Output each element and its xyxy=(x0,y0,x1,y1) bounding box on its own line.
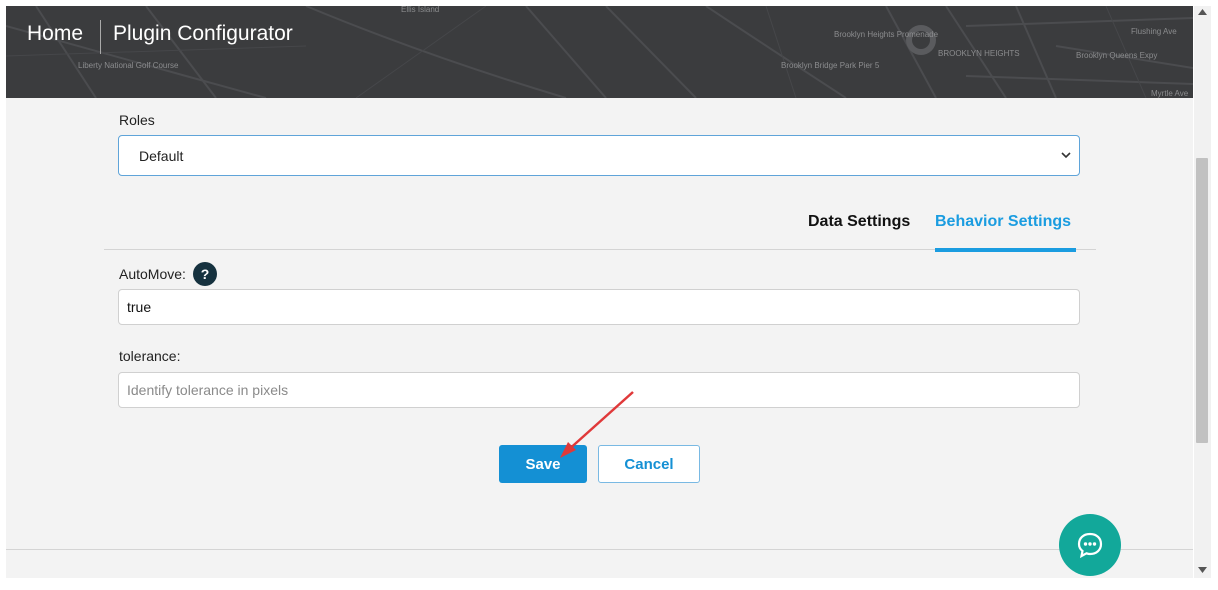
map-label: Liberty National Golf Course xyxy=(78,61,179,70)
cancel-button[interactable]: Cancel xyxy=(598,445,700,483)
tolerance-label: tolerance: xyxy=(119,348,181,364)
map-background: Ellis Island Liberty National Golf Cours… xyxy=(6,6,1193,98)
roles-label: Roles xyxy=(119,112,155,128)
tab-data-settings[interactable]: Data Settings xyxy=(808,213,910,231)
map-label: BROOKLYN HEIGHTS xyxy=(938,49,1020,58)
map-label: Ellis Island xyxy=(401,6,439,14)
roles-selected-value: Default xyxy=(139,148,184,164)
map-label: Brooklyn Queens Expy xyxy=(1076,51,1157,60)
scroll-down-arrow-icon[interactable] xyxy=(1198,566,1207,574)
home-link[interactable]: Home xyxy=(27,22,83,46)
map-label: Flushing Ave xyxy=(1131,27,1177,36)
map-label: Myrtle Ave xyxy=(1151,89,1189,98)
automove-label: AutoMove: xyxy=(119,266,186,282)
page-title: Plugin Configurator xyxy=(113,22,293,45)
tolerance-input[interactable] xyxy=(118,372,1080,408)
scrollbar-thumb[interactable] xyxy=(1196,158,1208,443)
breadcrumb-divider xyxy=(100,20,101,54)
map-label: Brooklyn Heights Promenade xyxy=(834,30,939,39)
page-frame: Ellis Island Liberty National Golf Cours… xyxy=(6,6,1193,578)
map-label: Brooklyn Bridge Park Pier 5 xyxy=(781,61,880,70)
roles-select[interactable]: Default xyxy=(118,135,1080,176)
chat-bubble-icon xyxy=(1077,532,1103,559)
vertical-scrollbar[interactable] xyxy=(1194,6,1211,578)
scroll-up-arrow-icon[interactable] xyxy=(1198,8,1207,16)
tab-behavior-settings[interactable]: Behavior Settings xyxy=(935,213,1071,231)
chat-button[interactable] xyxy=(1059,514,1121,576)
help-icon[interactable]: ? xyxy=(193,262,217,286)
header-banner: Ellis Island Liberty National Golf Cours… xyxy=(6,6,1193,98)
active-tab-indicator xyxy=(935,248,1076,252)
automove-input[interactable] xyxy=(118,289,1080,325)
footer-divider xyxy=(6,549,1193,550)
chevron-down-icon xyxy=(1061,152,1071,159)
save-button[interactable]: Save xyxy=(499,445,587,483)
